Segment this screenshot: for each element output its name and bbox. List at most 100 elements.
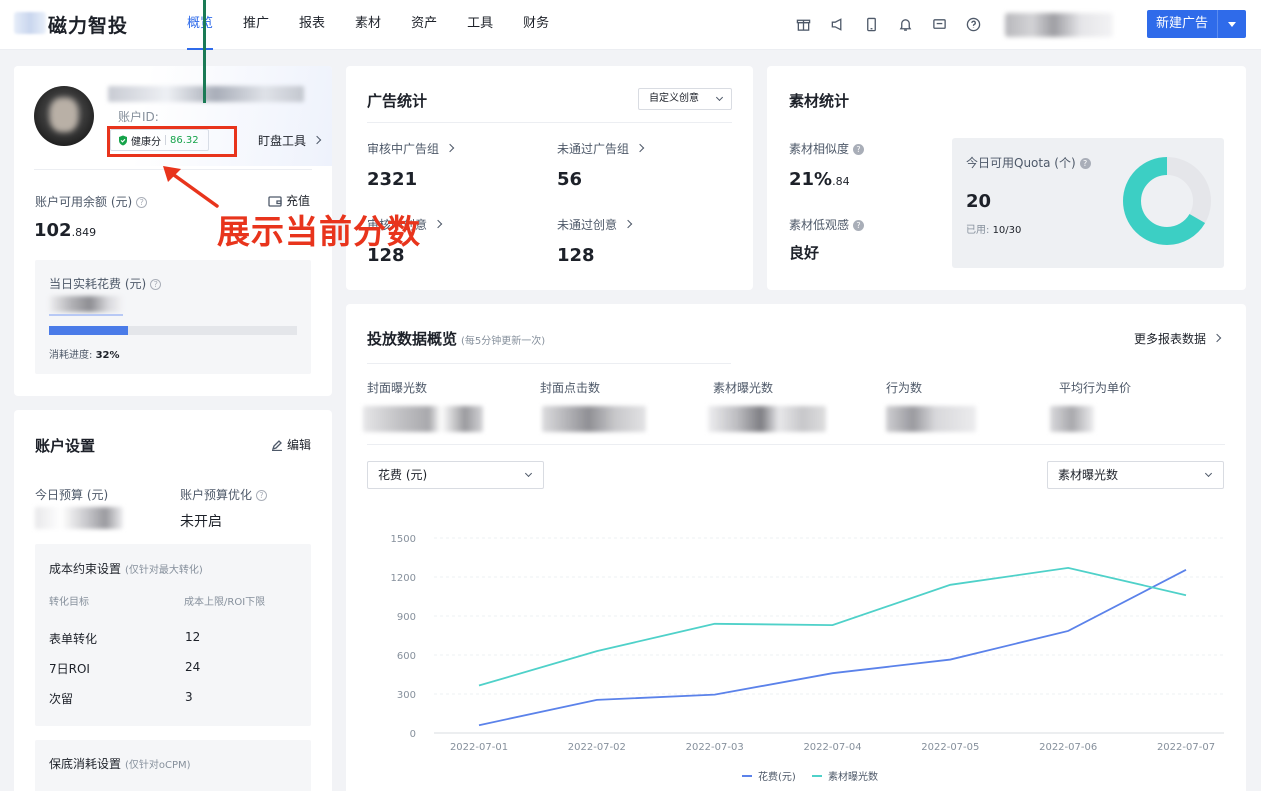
edit-button[interactable]: 编辑 bbox=[271, 436, 311, 453]
quota-value: 20 bbox=[966, 191, 992, 212]
balance-int: 102 bbox=[34, 220, 72, 241]
progress-label-text: 消耗进度: bbox=[49, 350, 93, 361]
spend-progress-bar bbox=[49, 326, 297, 335]
quota-used-label: 已用: bbox=[966, 225, 990, 236]
right-metric-select[interactable]: 素材曝光数 bbox=[1047, 461, 1224, 489]
spend-progress-fill bbox=[49, 326, 129, 335]
x-tick-label: 2022-07-05 bbox=[921, 742, 979, 753]
stat-label[interactable]: 未通过创意 bbox=[557, 218, 617, 232]
balance-value: 102.849 bbox=[34, 220, 96, 241]
stat-value: 2321 bbox=[367, 169, 418, 190]
annotation-line bbox=[203, 0, 206, 103]
ad-stats-card: 广告统计 自定义创意 审核中广告组 2321 未通过广告组 56 审核中创意 1… bbox=[346, 66, 753, 290]
stat-label[interactable]: 审核中广告组 bbox=[367, 142, 439, 156]
row-target: 表单转化 bbox=[49, 632, 98, 646]
health-score-badge[interactable]: 健康分 86.32 bbox=[110, 129, 209, 151]
help-icon[interactable]: ? bbox=[150, 279, 162, 290]
stat-label[interactable]: 未通过广告组 bbox=[557, 142, 629, 156]
megaphone-icon[interactable] bbox=[820, 13, 854, 35]
kpi-value-redacted bbox=[708, 406, 826, 432]
low-quality-label: 素材低观感? bbox=[789, 216, 865, 233]
bell-icon[interactable] bbox=[888, 13, 922, 35]
monitoring-tool-link[interactable]: 盯盘工具 bbox=[258, 132, 322, 149]
divider bbox=[367, 363, 731, 364]
quota-used-value: 10/30 bbox=[992, 225, 1022, 236]
divider bbox=[367, 122, 732, 123]
quota-label-text: 今日可用Quota (个) bbox=[966, 156, 1076, 170]
row-target: 7日ROI bbox=[49, 662, 90, 676]
avatar bbox=[34, 86, 94, 146]
y-tick-label: 900 bbox=[397, 612, 416, 623]
right-metric-value[interactable]: 素材曝光数 bbox=[1058, 468, 1118, 482]
annotation-arrow-icon bbox=[163, 166, 219, 208]
ad-stats-title: 广告统计 bbox=[367, 92, 428, 110]
nav-tab-0[interactable]: 概览 bbox=[175, 0, 225, 50]
account-name-redacted bbox=[108, 86, 304, 102]
row-target: 次留 bbox=[49, 692, 74, 706]
help-icon[interactable]: ? bbox=[1079, 158, 1091, 169]
stat-link-rejected-creatives[interactable]: 未通过创意 bbox=[557, 216, 633, 233]
message-icon[interactable] bbox=[922, 13, 956, 35]
floor-note: (仅针对oCPM) bbox=[125, 760, 191, 771]
budget-opt-label: 账户预算优化? bbox=[180, 486, 268, 503]
legend-label: 素材曝光数 bbox=[828, 770, 878, 783]
x-tick-label: 2022-07-04 bbox=[803, 742, 861, 753]
stat-value: 128 bbox=[557, 245, 595, 266]
kpi-label: 平均行为单价 bbox=[1059, 381, 1132, 395]
y-tick-label: 1200 bbox=[391, 573, 416, 584]
more-reports-link[interactable]: 更多报表数据 bbox=[1134, 330, 1222, 347]
user-account-menu[interactable] bbox=[1005, 13, 1113, 37]
new-ad-button[interactable]: 新建广告 bbox=[1147, 10, 1246, 38]
kpi-label: 封面曝光数 bbox=[367, 381, 428, 395]
nav-tab-2[interactable]: 报表 bbox=[287, 0, 337, 50]
more-reports-label[interactable]: 更多报表数据 bbox=[1134, 332, 1206, 346]
chevron-down-icon bbox=[1204, 469, 1213, 478]
account-id-label: 账户ID: bbox=[118, 110, 159, 124]
monitoring-tool-label[interactable]: 盯盘工具 bbox=[258, 134, 306, 148]
creative-type-value[interactable]: 自定义创意 bbox=[649, 93, 699, 104]
help-icon[interactable] bbox=[956, 13, 990, 35]
chevron-right-icon bbox=[433, 219, 443, 229]
gift-icon[interactable] bbox=[786, 13, 820, 35]
new-ad-dropdown-icon[interactable] bbox=[1218, 21, 1246, 27]
material-stats-card: 素材统计 素材相似度? 21%.84 素材低观感? 良好 今日可用Quota (… bbox=[767, 66, 1246, 290]
nav-tab-4[interactable]: 资产 bbox=[399, 0, 449, 50]
y-tick-label: 300 bbox=[397, 690, 416, 701]
row-value: 12 bbox=[185, 630, 201, 644]
budget-opt-label-text: 账户预算优化 bbox=[180, 488, 253, 502]
quota-donut-chart bbox=[1123, 157, 1211, 245]
floor-spend-panel: 保底消耗设置 (仅针对oCPM) bbox=[35, 740, 311, 791]
new-ad-button-label[interactable]: 新建广告 bbox=[1147, 10, 1218, 38]
chevron-down-icon bbox=[524, 469, 533, 478]
logo-icon bbox=[14, 12, 46, 34]
similarity-dec: .84 bbox=[832, 175, 850, 188]
x-tick-label: 2022-07-06 bbox=[1039, 742, 1097, 753]
stat-value: 56 bbox=[557, 169, 583, 190]
nav-tab-5[interactable]: 工具 bbox=[455, 0, 505, 50]
stat-link-reviewing-groups[interactable]: 审核中广告组 bbox=[367, 140, 455, 157]
left-metric-value[interactable]: 花费 (元) bbox=[378, 468, 427, 482]
top-navigation-bar: 磁力智投 概览 推广 报表 素材 资产 工具 财务 新建广告 bbox=[0, 0, 1261, 50]
stat-link-rejected-groups[interactable]: 未通过广告组 bbox=[557, 140, 645, 157]
series-line-1 bbox=[478, 566, 1187, 687]
cost-title: 成本约束设置 (仅针对最大转化) bbox=[49, 560, 203, 577]
account-settings-card: 账户设置 编辑 今日预算 (元) 账户预算优化? 未开启 成本约束设置 (仅针对最… bbox=[14, 410, 332, 791]
help-icon[interactable]: ? bbox=[136, 197, 148, 208]
help-icon[interactable]: ? bbox=[256, 490, 268, 501]
help-icon[interactable]: ? bbox=[853, 144, 865, 155]
cost-note: (仅针对最大转化) bbox=[125, 565, 203, 576]
legend-label: 花费(元) bbox=[758, 770, 796, 783]
left-metric-select[interactable]: 花费 (元) bbox=[367, 461, 544, 489]
creative-type-select[interactable]: 自定义创意 bbox=[638, 88, 732, 110]
similarity-value: 21%.84 bbox=[789, 169, 850, 190]
nav-tab-1[interactable]: 推广 bbox=[231, 0, 281, 50]
edit-label[interactable]: 编辑 bbox=[287, 436, 311, 453]
kpi-value-redacted bbox=[1050, 406, 1094, 432]
help-icon[interactable]: ? bbox=[853, 220, 865, 231]
x-tick-label: 2022-07-01 bbox=[450, 742, 508, 753]
quota-used: 已用: 10/30 bbox=[966, 221, 1021, 236]
nav-tab-6[interactable]: 财务 bbox=[511, 0, 561, 50]
mobile-icon[interactable] bbox=[854, 13, 888, 35]
nav-tab-3[interactable]: 素材 bbox=[343, 0, 393, 50]
edit-icon bbox=[271, 439, 282, 451]
